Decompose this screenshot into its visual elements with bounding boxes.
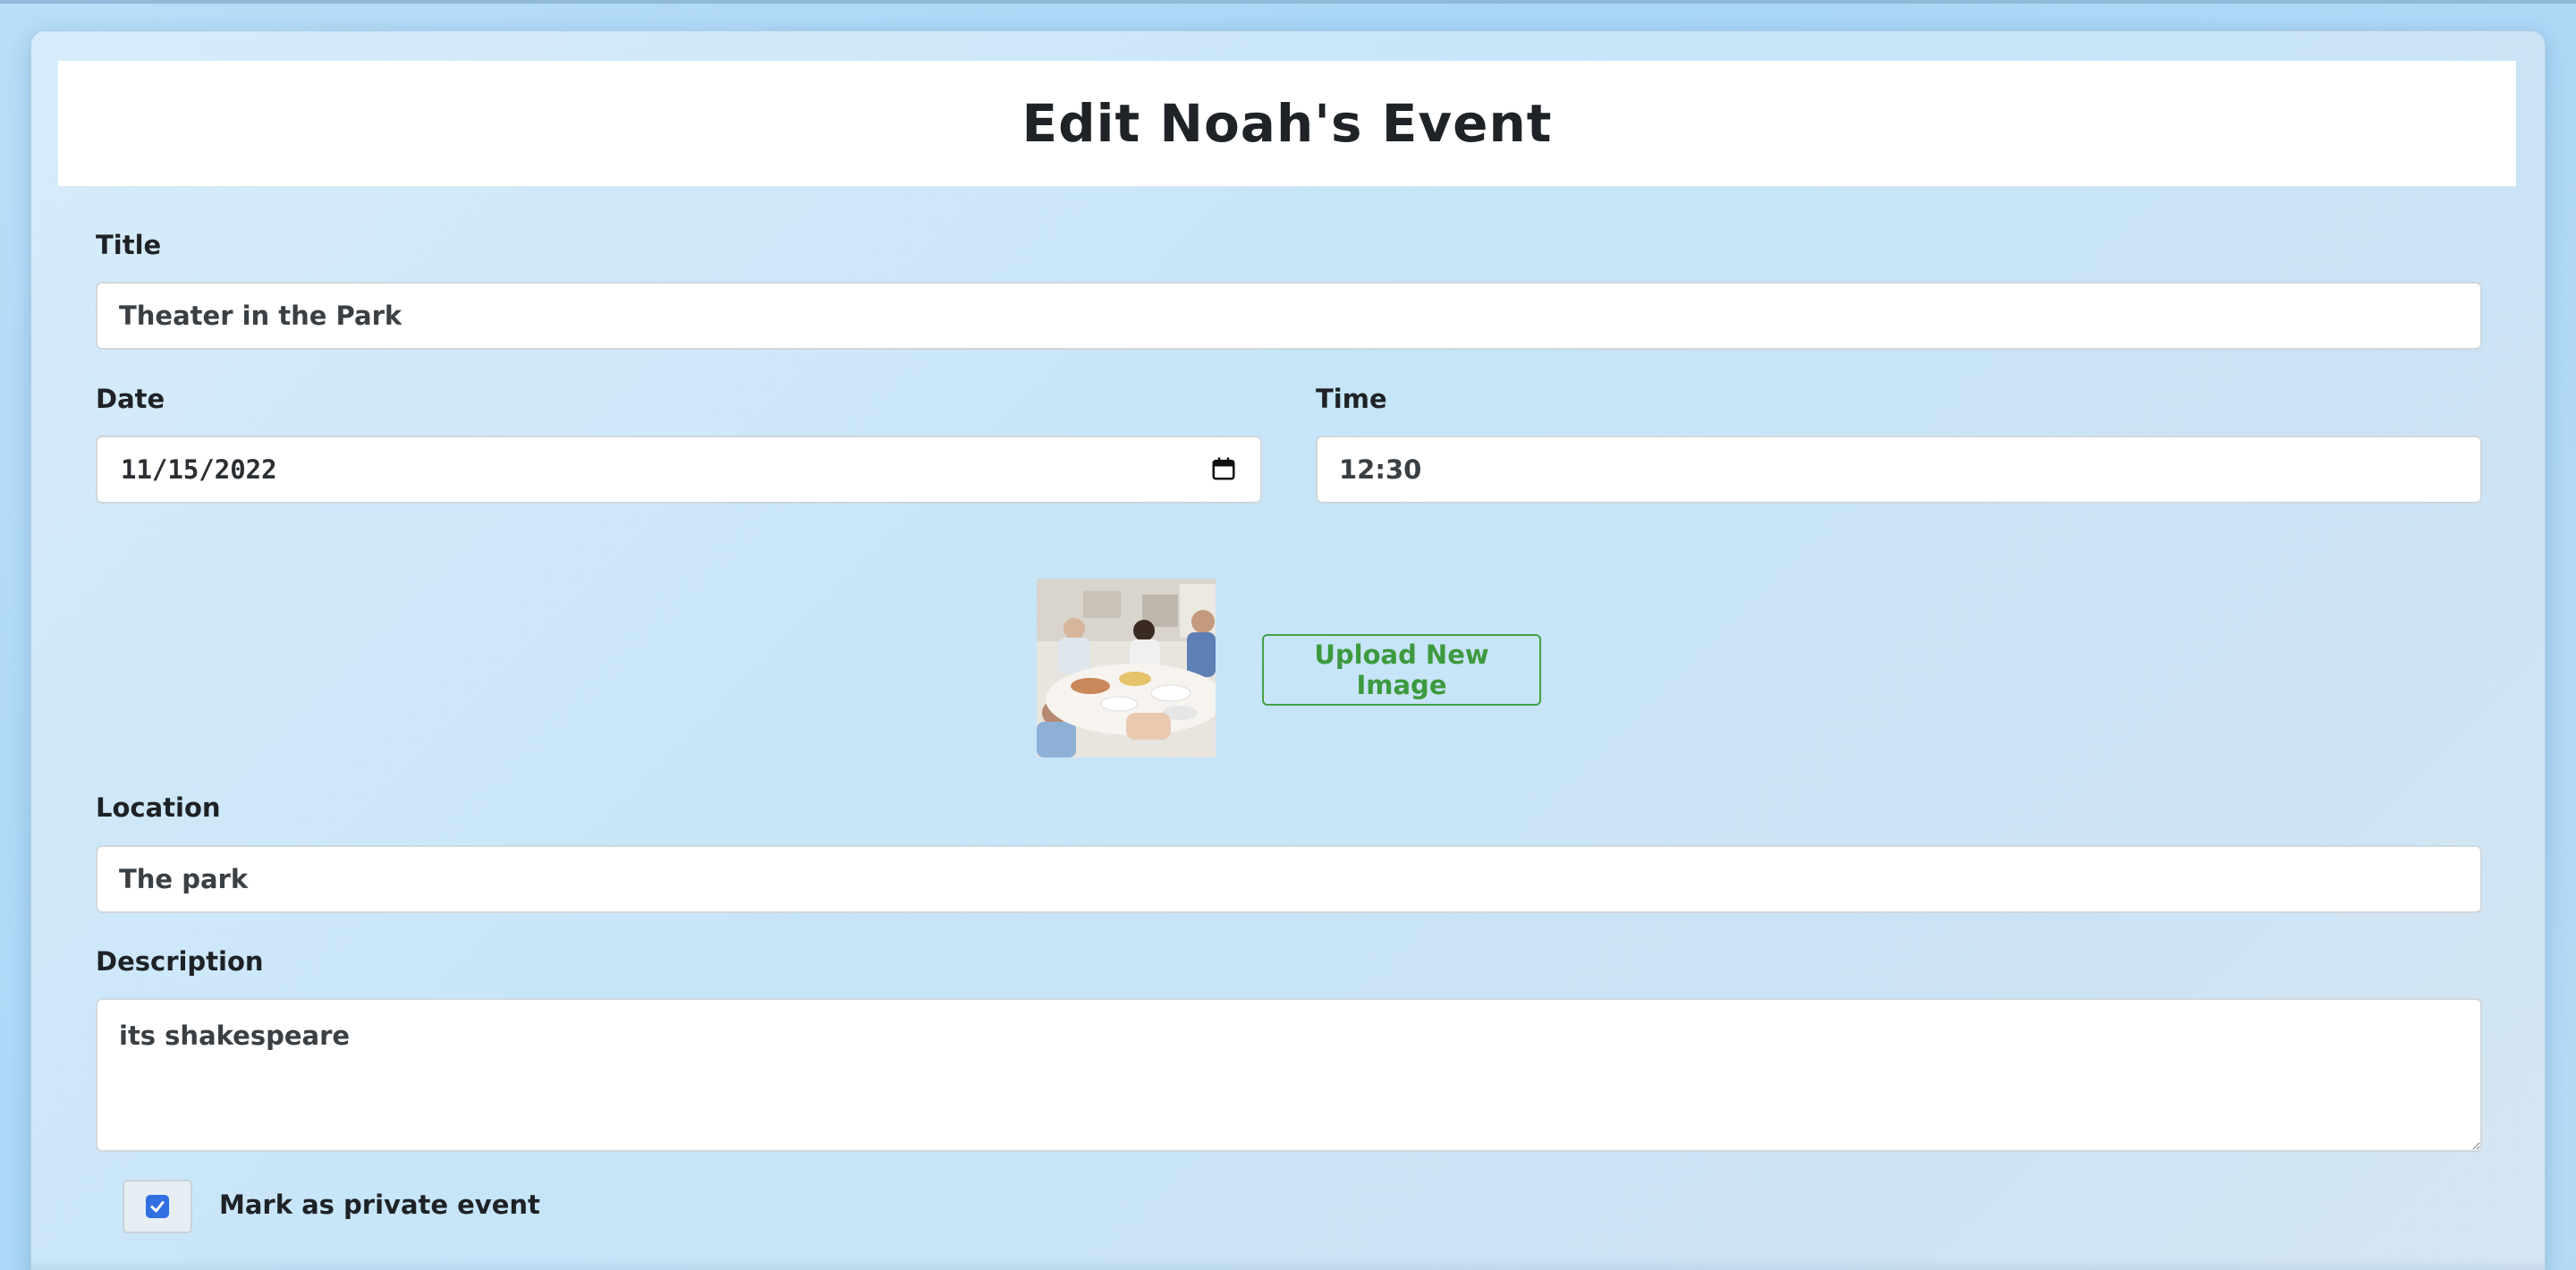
time-input[interactable] (1316, 436, 2482, 504)
location-label: Location (96, 792, 221, 823)
family-dinner-photo (1037, 579, 1216, 758)
upload-new-image-button[interactable]: Upload New Image (1262, 634, 1541, 706)
private-event-label[interactable]: Mark as private event (219, 1190, 540, 1220)
title-label: Title (96, 230, 162, 260)
event-image-thumbnail (1037, 579, 1216, 758)
date-value: 11/15/2022 (121, 454, 277, 485)
page-title: Edit Noah's Event (1021, 93, 1553, 154)
bottom-shadow (31, 1258, 2545, 1270)
checkmark-icon (150, 1201, 165, 1213)
edit-event-card: Edit Noah's Event Title Date 11/15/2022 … (30, 30, 2546, 1270)
description-textarea[interactable]: its shakespeare (96, 998, 2482, 1152)
date-label: Date (96, 384, 165, 414)
title-input[interactable] (96, 282, 2482, 350)
private-event-checkbox-wrapper[interactable] (123, 1180, 192, 1233)
description-label: Description (96, 946, 264, 977)
time-label: Time (1316, 384, 1387, 414)
location-input[interactable] (96, 845, 2482, 913)
page-header: Edit Noah's Event (58, 61, 2516, 187)
private-event-checkbox[interactable] (146, 1195, 169, 1218)
calendar-icon[interactable] (1210, 455, 1237, 482)
window-top-edge (0, 0, 2576, 4)
date-input[interactable]: 11/15/2022 (96, 436, 1262, 504)
